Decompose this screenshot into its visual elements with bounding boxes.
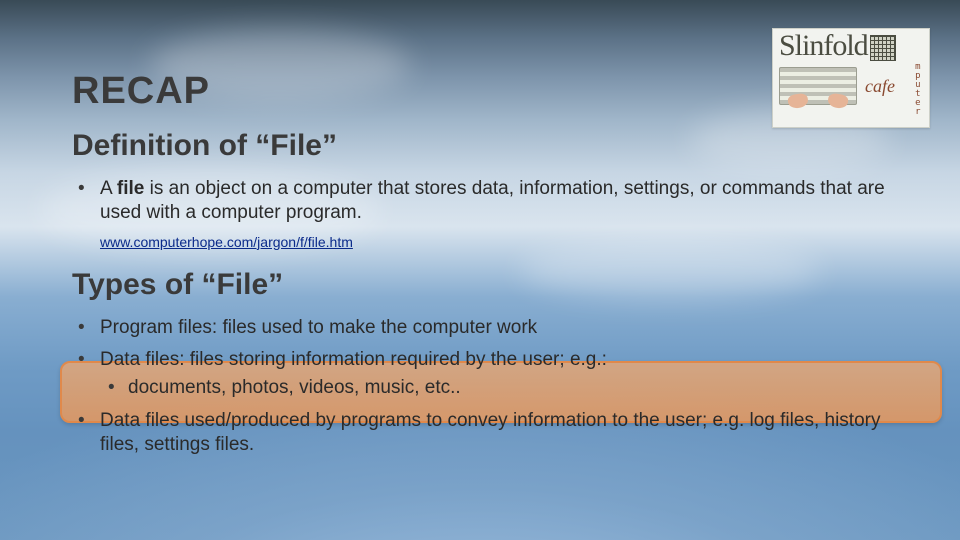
section-heading-definition: Definition of “File” — [72, 129, 900, 163]
types-sub-bullet: documents, photos, videos, music, etc.. — [100, 376, 900, 400]
section-heading-types: Types of “File” — [72, 268, 900, 302]
recap-heading: RECAP — [72, 70, 900, 113]
types-bullet-program: Program files: files used to make the co… — [72, 316, 900, 340]
types-bullet-convey: Data files used/produced by programs to … — [72, 409, 900, 458]
source-link[interactable]: www.computerhope.com/jargon/f/file.htm — [100, 234, 900, 250]
slide: Slinfold mputer cafe RECAP Definition of… — [0, 0, 960, 540]
chip-icon — [870, 35, 896, 61]
definition-text-bold: file — [117, 178, 144, 199]
definition-text-post: is an object on a computer that stores d… — [100, 178, 885, 223]
logo-vertical-text: mputer — [915, 63, 921, 117]
types-bullet-data: Data files: files storing information re… — [72, 348, 900, 401]
types-bullet-data-text: Data files: files storing information re… — [100, 349, 607, 370]
definition-bullet: A file is an object on a computer that s… — [72, 177, 900, 226]
logo-brand-text: Slinfold — [779, 33, 868, 59]
definition-text-pre: A — [100, 178, 117, 199]
